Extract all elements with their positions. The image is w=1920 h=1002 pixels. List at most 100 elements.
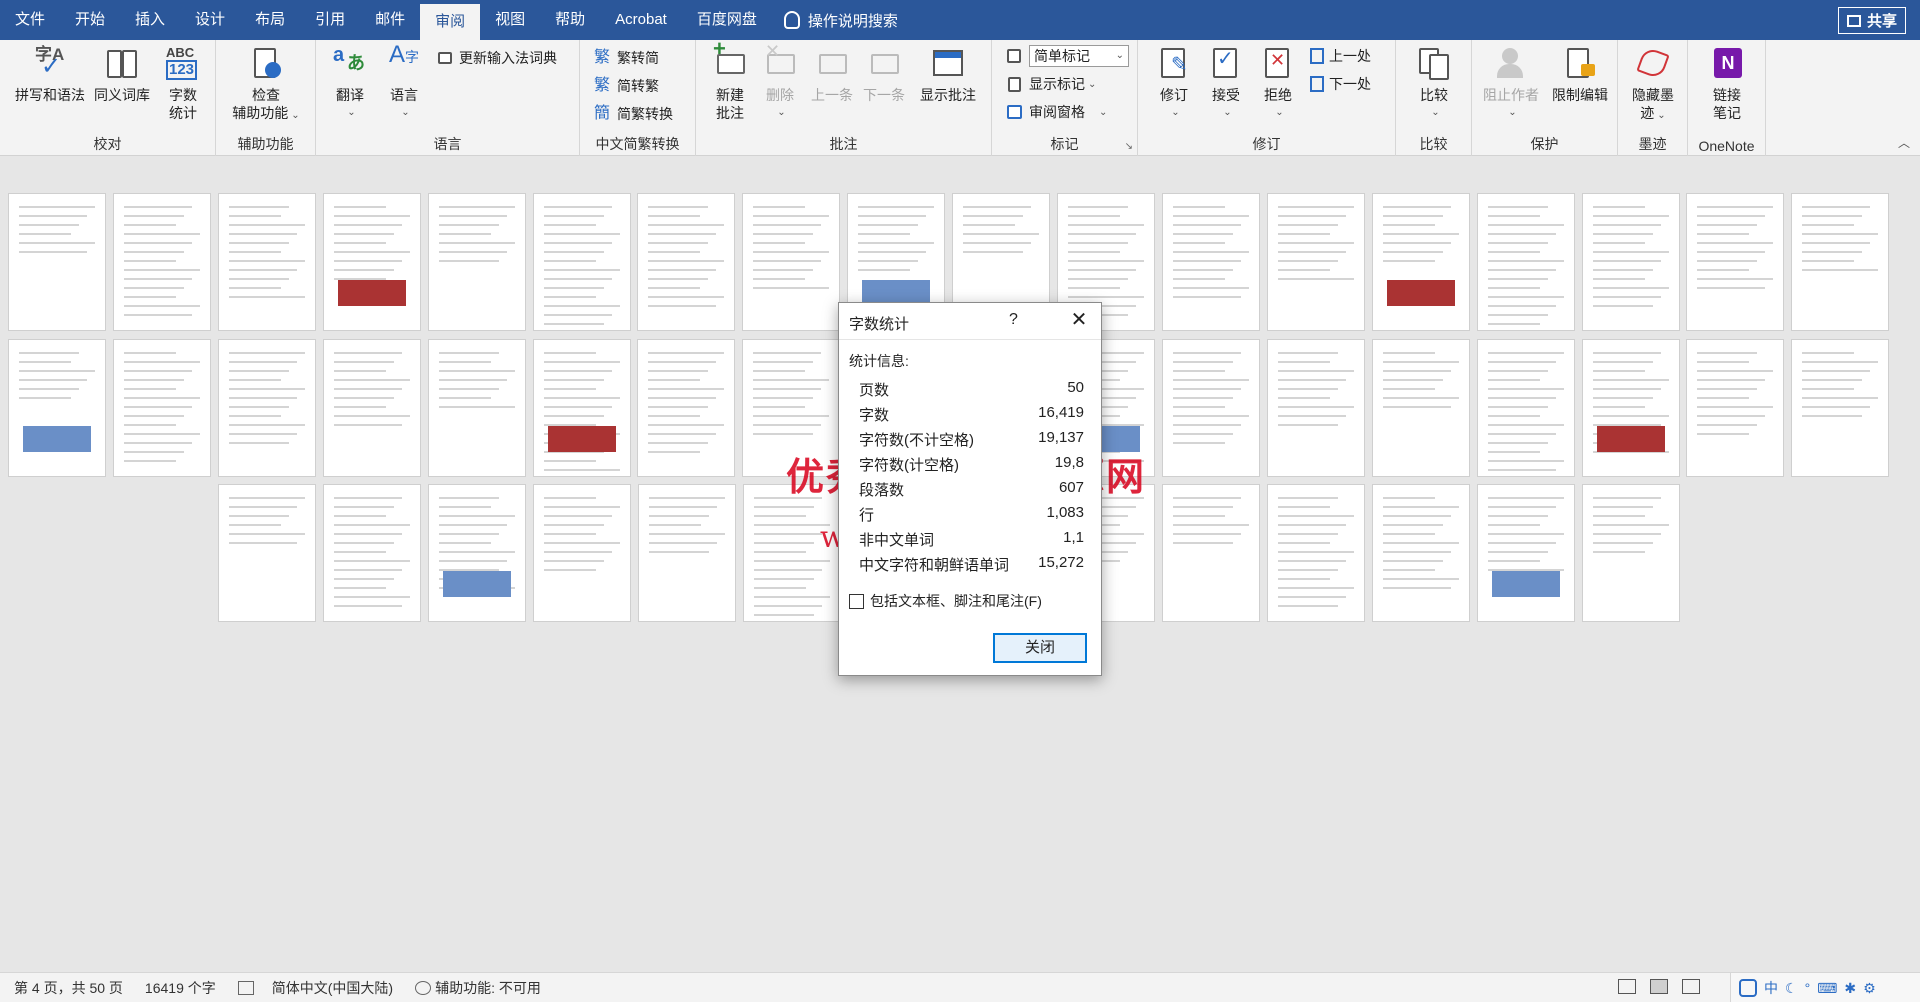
menu-review[interactable]: 审阅 (420, 4, 481, 40)
page-thumbnail[interactable] (428, 484, 526, 622)
keyboard-icon[interactable]: ⌨ (1817, 980, 1837, 997)
page-thumbnail[interactable] (218, 193, 316, 331)
page-thumbnail[interactable] (1477, 484, 1575, 622)
thesaurus-button[interactable]: 同义词库 (92, 46, 152, 104)
page-thumbnail[interactable] (743, 484, 841, 622)
dialog-launcher-icon[interactable]: ↘ (1125, 141, 1133, 152)
review-pane-button[interactable]: 审阅窗格 ⌄ (1006, 100, 1107, 124)
page-thumbnail[interactable] (533, 339, 631, 477)
menu-layout[interactable]: 布局 (240, 0, 300, 40)
checkbox-icon[interactable] (849, 593, 864, 609)
next-change-button[interactable]: 下一处 (1310, 72, 1371, 96)
moon-icon[interactable]: ☾ (1785, 980, 1798, 997)
menu-insert[interactable]: 插入 (120, 0, 180, 40)
page-thumbnail[interactable] (1267, 339, 1365, 477)
accept-button[interactable]: ✓ 接受 ⌄ (1204, 46, 1248, 122)
page-thumbnail[interactable] (8, 193, 106, 331)
page-thumbnail[interactable] (1162, 193, 1260, 331)
page-thumbnail[interactable] (113, 193, 211, 331)
page-thumbnail[interactable] (323, 339, 421, 477)
spelling-grammar-button[interactable]: 字A ✓ 拼写和语法 (10, 46, 90, 104)
page-thumbnail[interactable] (1162, 339, 1260, 477)
simp-to-trad-button[interactable]: 繁 简转繁 (594, 74, 659, 98)
page-thumbnail[interactable] (218, 339, 316, 477)
menu-mailings[interactable]: 邮件 (360, 0, 420, 40)
link-notes-button[interactable]: N 链接 笔记 (1702, 46, 1752, 122)
update-ime-dictionary-button[interactable]: 更新输入法词典 (436, 46, 557, 70)
word-count-button[interactable]: ABC 123 字数 统计 (160, 45, 206, 122)
page-thumbnail[interactable] (323, 193, 421, 331)
share-button[interactable]: 共享 (1837, 7, 1906, 34)
page-thumbnail[interactable] (113, 339, 211, 477)
show-comments-button[interactable]: 显示批注 (912, 46, 984, 104)
page-thumbnail[interactable] (638, 484, 736, 622)
block-authors-button[interactable]: 阻止作者 ⌄ (1478, 46, 1544, 122)
page-thumbnail[interactable] (1582, 484, 1680, 622)
reject-button[interactable]: ✕ 拒绝 ⌄ (1256, 46, 1300, 122)
page-thumbnail[interactable] (1582, 339, 1680, 477)
tell-me-search[interactable]: 操作说明搜索 (772, 10, 898, 31)
restrict-editing-button[interactable]: 限制编辑 (1546, 46, 1614, 104)
page-thumbnail[interactable] (1791, 339, 1889, 477)
language-button[interactable]: A 字 语言 ⌄ (382, 43, 426, 122)
help-icon[interactable]: ? (1009, 311, 1018, 329)
new-comment-button[interactable]: + 新建 批注 (708, 38, 752, 122)
page-thumbnail[interactable] (428, 193, 526, 331)
page-thumbnail[interactable] (218, 484, 316, 622)
collapse-ribbon-icon[interactable]: ︿ (1898, 134, 1910, 151)
menu-design[interactable]: 设计 (180, 0, 240, 40)
markup-select[interactable]: 简单标记 ⌄ (1006, 44, 1129, 68)
menu-view[interactable]: 视图 (480, 0, 540, 40)
previous-change-button[interactable]: 上一处 (1310, 44, 1371, 68)
hide-ink-button[interactable]: 隐藏墨 迹 ⌄ (1624, 46, 1682, 125)
include-textboxes-checkbox[interactable]: 包括文本框、脚注和尾注(F) (849, 591, 1042, 611)
menu-home[interactable]: 开始 (60, 0, 120, 40)
show-markup-button[interactable]: 显示标记 ⌄ (1006, 72, 1096, 96)
page-thumbnail[interactable] (323, 484, 421, 622)
page-thumbnail[interactable] (1686, 193, 1784, 331)
page-thumbnail[interactable] (1372, 193, 1470, 331)
ime-mode[interactable]: 中 (1764, 978, 1778, 998)
page-thumbnail[interactable] (637, 193, 735, 331)
page-thumbnail[interactable] (1162, 484, 1260, 622)
page-thumbnail[interactable] (1791, 193, 1889, 331)
punctuation-icon[interactable]: ° (1805, 980, 1811, 996)
page-thumbnail[interactable] (1477, 339, 1575, 477)
page-thumbnail[interactable] (428, 339, 526, 477)
page-thumbnail[interactable] (1582, 193, 1680, 331)
menu-references[interactable]: 引用 (300, 0, 360, 40)
page-thumbnail[interactable] (1477, 193, 1575, 331)
previous-comment-button[interactable]: 上一条 (808, 46, 856, 104)
page-thumbnail[interactable] (1686, 339, 1784, 477)
page-thumbnail[interactable] (1267, 193, 1365, 331)
chinese-convert-button[interactable]: 簡 简繁转换 (594, 102, 673, 126)
page-thumbnail[interactable] (742, 193, 840, 331)
proofing-status[interactable] (237, 980, 258, 995)
print-layout-icon[interactable] (1650, 979, 1668, 994)
page-thumbnail[interactable] (742, 339, 840, 477)
page-thumbnail[interactable] (1372, 484, 1470, 622)
menu-help[interactable]: 帮助 (540, 0, 600, 40)
page-thumbnail[interactable] (533, 484, 631, 622)
check-accessibility-button[interactable]: 检查 辅助功能 ⌄ (228, 46, 304, 125)
compare-button[interactable]: 比较 ⌄ (1412, 46, 1456, 122)
ime-logo-icon[interactable] (1739, 979, 1757, 997)
page-thumbnail[interactable] (637, 339, 735, 477)
menu-baidu-netdisk[interactable]: 百度网盘 (682, 0, 772, 40)
page-thumbnail[interactable] (8, 339, 106, 477)
track-changes-button[interactable]: ✎ 修订 ⌄ (1152, 46, 1196, 122)
trad-to-simp-button[interactable]: 繁 繁转简 (594, 46, 659, 70)
translate-button[interactable]: a あ 翻译 ⌄ (328, 45, 372, 122)
page-thumbnail[interactable] (1372, 339, 1470, 477)
accessibility-status[interactable]: 辅助功能: 不可用 (415, 978, 541, 998)
star-icon[interactable]: ✱ (1844, 980, 1856, 997)
page-thumbnail[interactable] (1267, 484, 1365, 622)
delete-comment-button[interactable]: ✕ 删除 ⌄ (760, 42, 800, 122)
menu-file[interactable]: 文件 (0, 0, 60, 40)
close-icon[interactable]: ✕ (1065, 307, 1093, 333)
page-thumbnail[interactable] (533, 193, 631, 331)
web-layout-icon[interactable] (1682, 979, 1700, 994)
page-indicator[interactable]: 第 4 页，共 50 页 (14, 978, 123, 998)
menu-acrobat[interactable]: Acrobat (600, 0, 682, 40)
next-comment-button[interactable]: 下一条 (860, 46, 908, 104)
